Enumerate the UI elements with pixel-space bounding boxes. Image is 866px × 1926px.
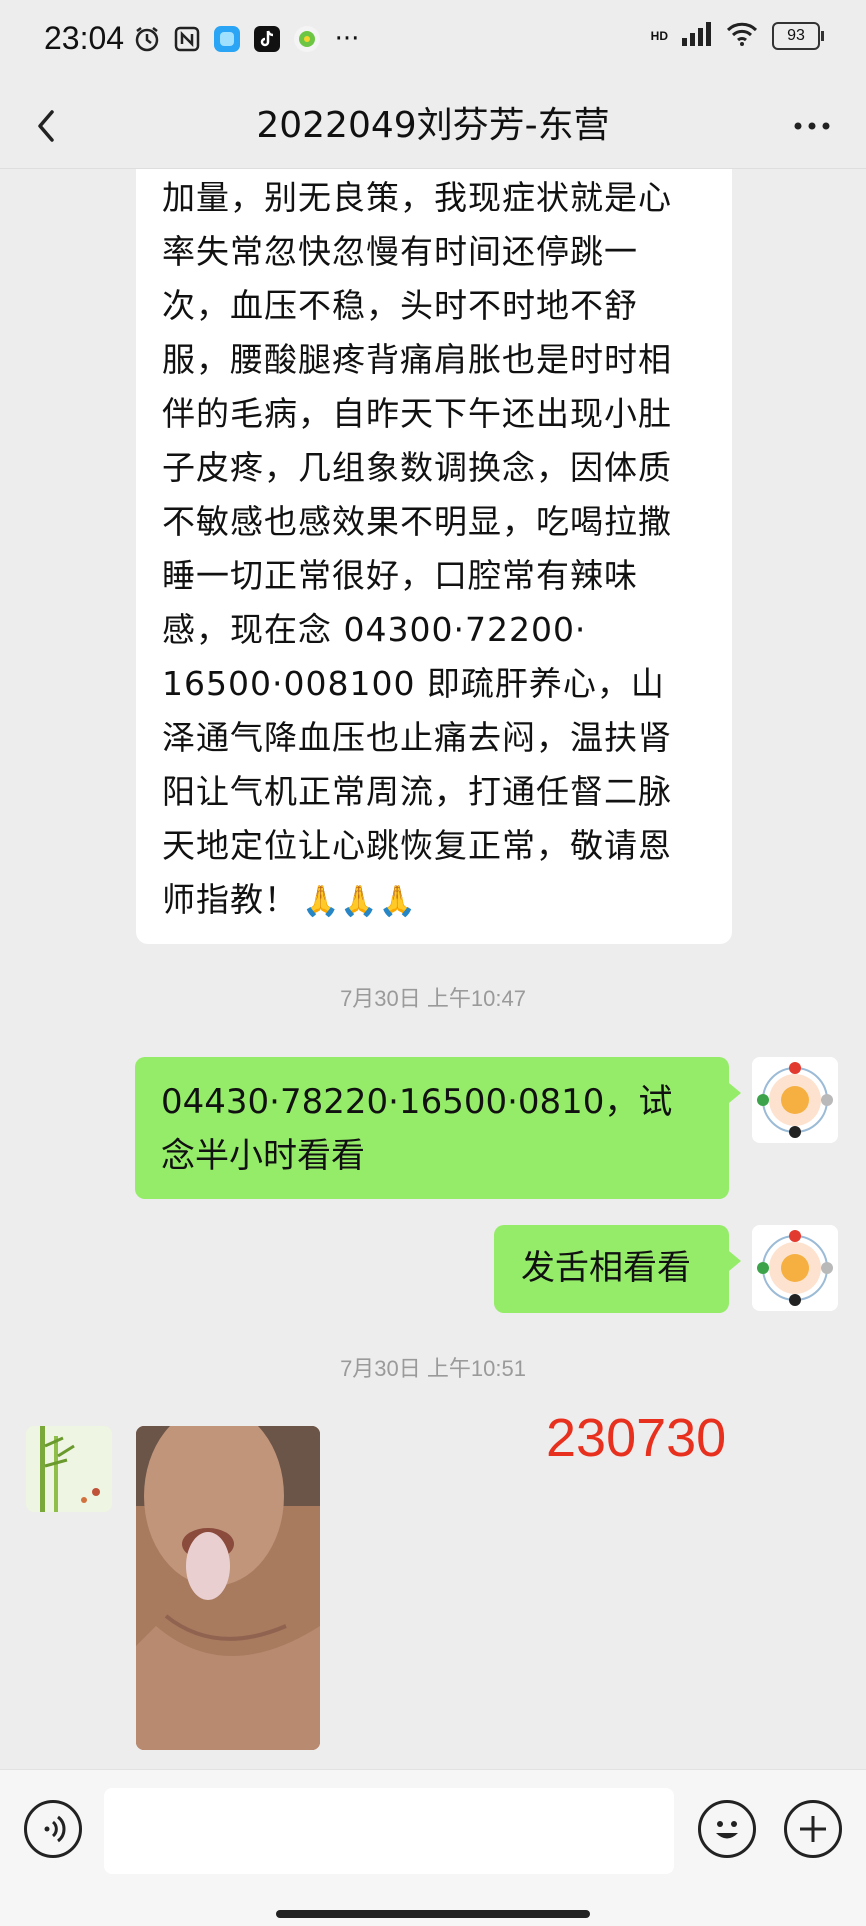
signal-icon [682,22,712,50]
tongue-photo[interactable] [136,1426,320,1750]
outgoing-message-bubble[interactable]: 04430·78220·16500·0810，试念半小时看看 [135,1057,741,1199]
avatar-diagram-icon [752,1225,838,1311]
status-app-icons: ··· [132,24,362,54]
praying-hands-emoji: 🙏🙏🙏 [302,884,418,919]
plus-button[interactable] [784,1800,842,1858]
app-blue-icon [212,24,242,54]
contact-avatar[interactable] [26,1426,112,1512]
voice-icon [44,1815,66,1843]
voice-button[interactable] [24,1800,82,1858]
outgoing-message-text: 04430·78220·16500·0810，试念半小时看看 [161,1082,673,1176]
status-right: HD 93 [650,22,824,50]
photo-annotation-number: 230730 [546,1408,727,1468]
wifi-icon [726,22,758,50]
timestamp-1: 7月30日 上午10:47 [340,986,526,1011]
my-avatar[interactable] [752,1225,838,1311]
chat-title: 2022049刘芬芳-东营 [256,105,610,146]
battery-indicator: 93 [772,22,824,50]
avatar-diagram-icon [752,1057,838,1143]
network-hd-label: HD [650,29,668,43]
chat-header: 2022049刘芬芳-东营 [0,84,866,169]
home-indicator[interactable] [276,1910,590,1918]
status-bar: 23:04 ··· HD 93 [0,0,866,84]
my-avatar[interactable] [752,1057,838,1143]
outgoing-message-text: 发舌相看看 [521,1248,691,1288]
incoming-message-bubble[interactable]: 加量，别无良策，我现症状就是心 率失常忽快忽慢有时间还停跳一 次，血压不稳，头时… [136,169,732,944]
message-list[interactable]: 加量，别无良策，我现症状就是心 率失常忽快忽慢有时间还停跳一 次，血压不稳，头时… [0,169,866,1769]
outgoing-message-bubble[interactable]: 发舌相看看 [494,1225,741,1313]
nfc-icon [172,24,202,54]
input-bar [0,1769,866,1926]
status-time: 23:04 [44,20,125,56]
bamboo-avatar-icon [26,1426,112,1512]
status-more-dots: ··· [334,24,360,54]
message-input[interactable] [104,1788,674,1874]
emoji-icon [716,1821,738,1839]
app-green-icon [292,24,322,54]
emoji-button[interactable] [698,1800,756,1858]
incoming-message-text: 加量，别无良策，我现症状就是心 率失常忽快忽慢有时间还停跳一 次，血压不稳，头时… [162,169,710,929]
more-dots-icon [794,122,830,130]
tiktok-icon [252,24,282,54]
plus-icon [800,1816,826,1842]
more-button[interactable] [784,98,840,154]
alarm-icon [132,24,162,54]
timestamp-2: 7月30日 上午10:51 [340,1356,526,1381]
tongue-photo-image [136,1426,320,1750]
